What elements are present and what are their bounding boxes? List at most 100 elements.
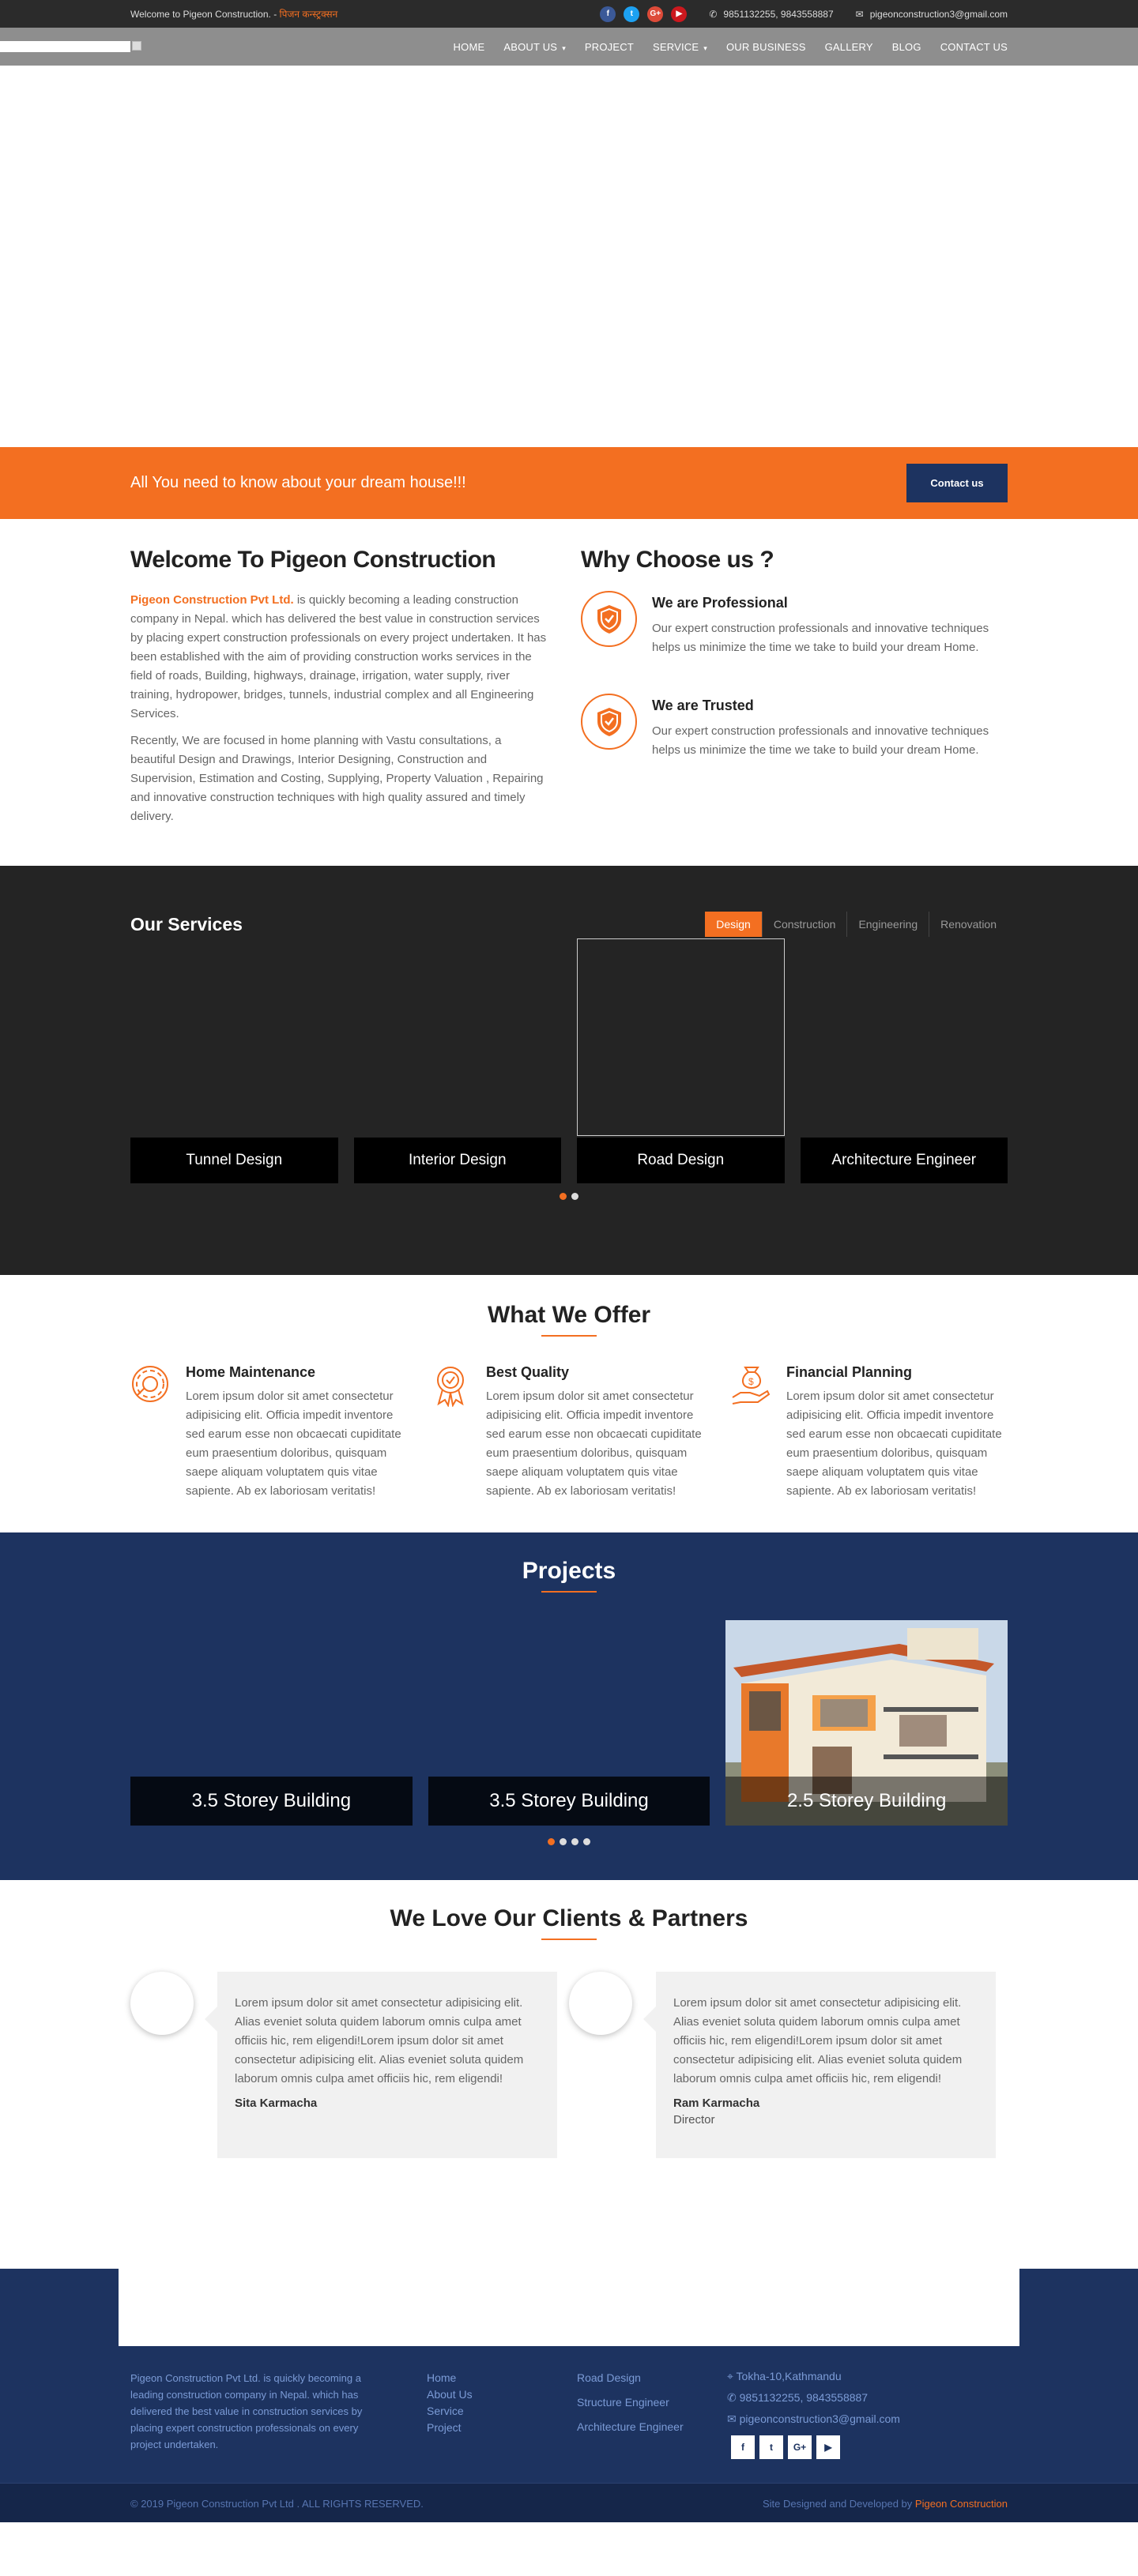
main-nav: HOME ABOUT US ▾ PROJECT SERVICE ▾ OUR BUSI…: [435, 28, 1008, 66]
why-item-title: We are Professional: [652, 595, 788, 611]
offer-item-text: Lorem ipsum dolor sit amet consectetur a…: [186, 1390, 401, 1498]
footer-link-about[interactable]: About Us: [427, 2386, 577, 2403]
broken-image-icon: [132, 41, 141, 51]
hero-slider: [0, 66, 1138, 447]
service-card[interactable]: Architecture Engineer: [800, 938, 1008, 1183]
tab-engineering[interactable]: Engineering: [846, 912, 929, 937]
nav-blog[interactable]: BLOG: [892, 41, 921, 53]
footer-link-project[interactable]: Project: [427, 2420, 577, 2436]
top-email[interactable]: pigeonconstruction3@gmail.com: [870, 9, 1008, 20]
google-plus-icon[interactable]: G+: [788, 2435, 812, 2459]
service-card[interactable]: Interior Design: [353, 938, 561, 1183]
youtube-icon[interactable]: ▶: [671, 6, 688, 22]
footer-email[interactable]: pigeonconstruction3@gmail.com: [740, 2412, 900, 2425]
award-icon: [431, 1364, 473, 1501]
facebook-icon[interactable]: f: [600, 6, 616, 22]
title-underline: [541, 1335, 597, 1337]
testimonial-card: Lorem ipsum dolor sit amet consectetur a…: [569, 1972, 1008, 2158]
testimonial-card: Lorem ipsum dolor sit amet consectetur a…: [130, 1972, 569, 2158]
google-plus-icon[interactable]: G+: [647, 6, 664, 22]
project-card[interactable]: 3.5 Storey Building: [428, 1620, 710, 1826]
site-logo[interactable]: [0, 41, 130, 52]
nav-home[interactable]: HOME: [454, 41, 485, 53]
testimonial-name: Ram Karmacha: [673, 2097, 760, 2110]
nav-project[interactable]: PROJECT: [585, 41, 634, 53]
nav-contact-us[interactable]: CONTACT US: [940, 41, 1008, 53]
copyright-text: © 2019 Pigeon Construction Pvt Ltd . ALL…: [130, 2497, 424, 2510]
title-underline: [541, 1939, 597, 1940]
carousel-dot[interactable]: [571, 1838, 578, 1845]
service-card-label: Architecture Engineer: [800, 1138, 1008, 1183]
tab-renovation[interactable]: Renovation: [929, 912, 1008, 937]
footer-links: Home About Us Service Project: [427, 2370, 577, 2459]
why-item-text: Our expert construction professionals an…: [652, 724, 989, 757]
money-hand-icon: $: [731, 1364, 774, 1501]
youtube-icon[interactable]: ▶: [816, 2435, 840, 2459]
service-card[interactable]: Tunnel Design: [130, 938, 338, 1183]
services-tabs: Design Construction Engineering Renovati…: [705, 912, 1008, 937]
offer-section: What We Offer Home Maintenance Lorem ips…: [0, 1275, 1138, 1532]
shield-check-icon: [581, 591, 637, 647]
footer-services: Road Design Structure Engineer Architect…: [577, 2370, 727, 2459]
footer-link-service[interactable]: Service: [427, 2403, 577, 2420]
carousel-dots: [130, 1193, 1008, 1200]
footer-service-link[interactable]: Architecture Engineer: [577, 2419, 727, 2435]
twitter-icon[interactable]: t: [759, 2435, 783, 2459]
phone-icon: ✆: [727, 2391, 740, 2404]
credit-link[interactable]: Pigeon Construction: [915, 2498, 1008, 2510]
about-paragraph-2: Recently, We are focused in home plannin…: [130, 734, 544, 823]
avatar: [569, 1972, 632, 2035]
service-image: [577, 938, 785, 1136]
why-item-text: Our expert construction professionals an…: [652, 622, 989, 654]
welcome-extra: पिजन कन्स्ट्रक्सन: [279, 9, 338, 20]
nav-gallery[interactable]: GALLERY: [825, 41, 873, 53]
about-paragraph-1: Pigeon Construction Pvt Ltd. is quickly …: [130, 593, 547, 720]
carousel-dot[interactable]: [560, 1838, 567, 1845]
carousel-dot[interactable]: [560, 1193, 567, 1200]
project-card-label: 3.5 Storey Building: [428, 1777, 710, 1826]
cta-text: All You need to know about your dream ho…: [130, 474, 466, 491]
offer-item-text: Lorem ipsum dolor sit amet consectetur a…: [486, 1390, 702, 1498]
why-item: We are Professional Our expert construct…: [581, 591, 1008, 665]
twitter-icon[interactable]: t: [624, 6, 640, 22]
welcome-text: Welcome to Pigeon Construction. - पिजन क…: [130, 9, 338, 20]
nav-about-us[interactable]: ABOUT US ▾: [503, 41, 566, 53]
top-phone: 9851132255, 9843558887: [723, 8, 834, 20]
footer: Pigeon Construction Pvt Ltd. is quickly …: [0, 2269, 1138, 2522]
carousel-dots: [130, 1838, 1008, 1845]
carousel-dot[interactable]: [571, 1193, 578, 1200]
gear-icon: [130, 1364, 173, 1501]
services-title: Our Services: [130, 913, 243, 935]
clients-section: We Love Our Clients & Partners Lorem ips…: [0, 1880, 1138, 2269]
avatar: [130, 1972, 194, 2035]
nav-our-business[interactable]: OUR BUSINESS: [726, 41, 806, 53]
facebook-icon[interactable]: f: [731, 2435, 755, 2459]
copyright-bar: © 2019 Pigeon Construction Pvt Ltd . ALL…: [0, 2483, 1138, 2522]
footer-address: Tokha-10,Kathmandu: [736, 2370, 842, 2382]
projects-section: Projects 3.5 Storey Building 3.5 Storey …: [0, 1532, 1138, 1880]
footer-about: Pigeon Construction Pvt Ltd. is quickly …: [130, 2372, 363, 2450]
why-title: Why Choose us ?: [581, 547, 774, 573]
carousel-dot[interactable]: [583, 1838, 590, 1845]
title-underline: [541, 1591, 597, 1593]
contact-us-button[interactable]: Contact us: [906, 464, 1008, 502]
footer-service-link[interactable]: Road Design: [577, 2370, 727, 2386]
cta-banner: All You need to know about your dream ho…: [0, 447, 1138, 519]
project-card[interactable]: 3.5 Storey Building: [130, 1620, 413, 1826]
chevron-down-icon: ▾: [703, 43, 707, 52]
service-card[interactable]: Road Design: [577, 938, 785, 1183]
svg-text:$: $: [748, 1376, 754, 1387]
footer-link-home[interactable]: Home: [427, 2370, 577, 2386]
shield-check-icon: [581, 694, 637, 750]
project-card[interactable]: 2.5 Storey Building: [725, 1620, 1008, 1826]
nav-service[interactable]: SERVICE ▾: [653, 41, 707, 53]
tab-design[interactable]: Design: [705, 912, 762, 937]
carousel-dot[interactable]: [548, 1838, 555, 1845]
about-title: Welcome To Pigeon Construction: [130, 547, 496, 573]
footer-service-link[interactable]: Structure Engineer: [577, 2394, 727, 2411]
offer-item-title: Financial Planning: [786, 1364, 913, 1380]
tab-construction[interactable]: Construction: [761, 912, 847, 937]
footer-phone: 9851132255, 9843558887: [739, 2391, 869, 2404]
offer-item: $ Financial Planning Lorem ipsum dolor s…: [731, 1364, 1008, 1501]
projects-title: Projects: [522, 1558, 616, 1584]
